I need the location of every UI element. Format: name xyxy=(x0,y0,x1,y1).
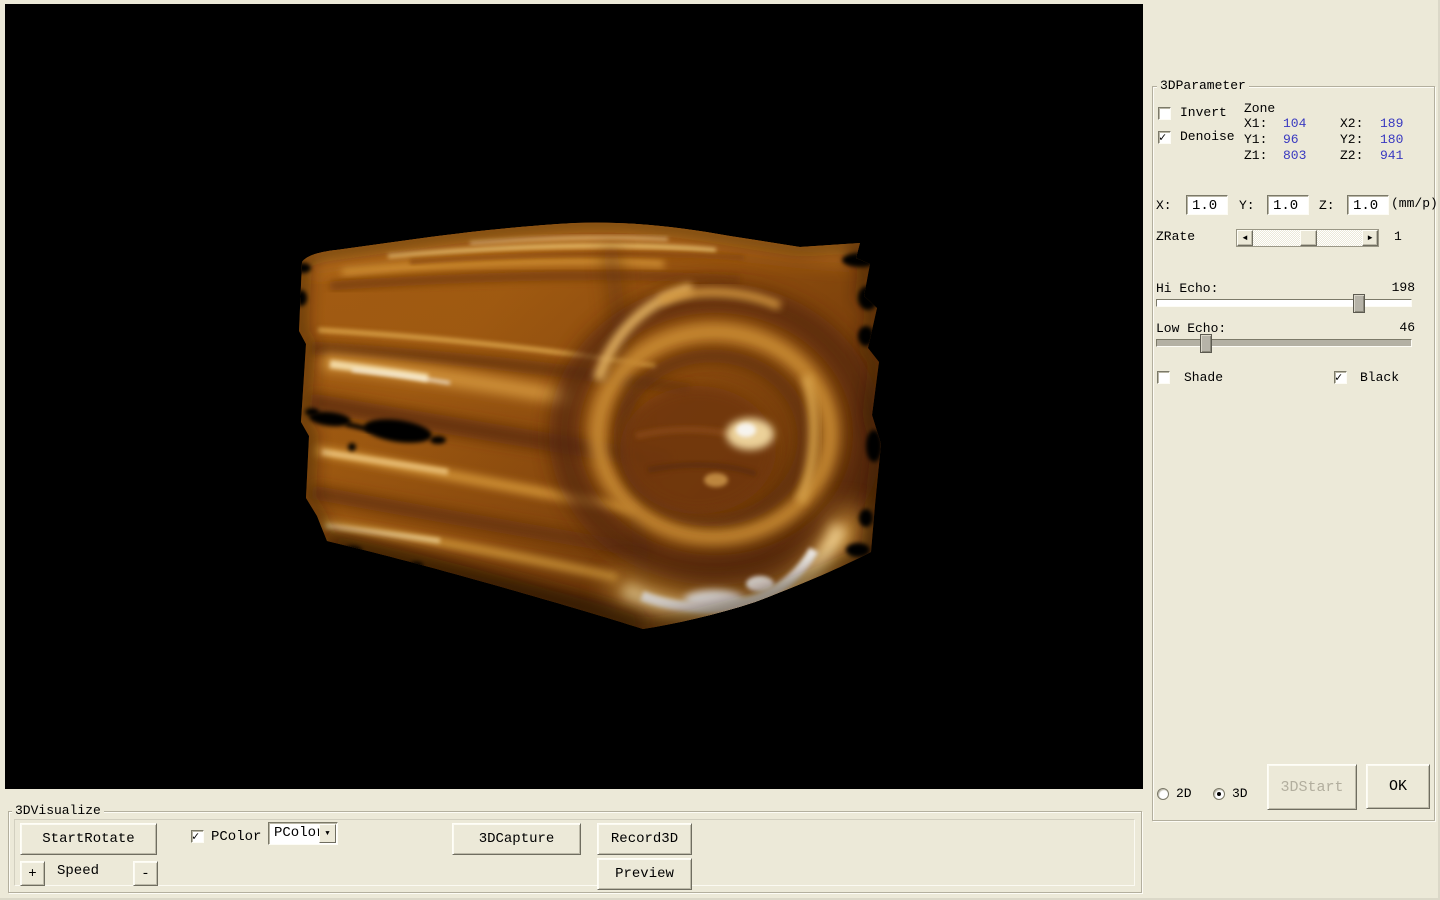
scale-z-label: Z: xyxy=(1319,199,1335,213)
pcolor-dropdown-value: PColor xyxy=(274,825,324,841)
zone-y2-label: Y2: xyxy=(1340,133,1363,147)
zrate-scrollbar[interactable]: ◄ ► xyxy=(1236,229,1379,247)
zrate-value: 1 xyxy=(1394,230,1402,244)
speed-minus-button[interactable]: - xyxy=(133,861,158,886)
hi-echo-thumb[interactable] xyxy=(1353,294,1365,313)
zone-y1-value: 96 xyxy=(1283,133,1299,147)
zrate-left-arrow[interactable]: ◄ xyxy=(1237,230,1253,246)
denoise-label: Denoise xyxy=(1180,130,1235,144)
zrate-thumb[interactable] xyxy=(1300,230,1317,246)
volume-render xyxy=(5,4,1143,789)
zone-x1-value: 104 xyxy=(1283,117,1306,131)
scale-x-input[interactable] xyxy=(1186,195,1228,215)
ok-button[interactable]: OK xyxy=(1366,764,1430,809)
low-echo-value: 46 xyxy=(1370,321,1415,335)
pcolor-dropdown[interactable]: PColor ▼ xyxy=(268,822,338,845)
pcolor-checkbox[interactable] xyxy=(191,830,204,843)
mode-2d-radio[interactable] xyxy=(1157,788,1169,800)
shade-checkbox[interactable] xyxy=(1157,371,1170,384)
scale-y-label: Y: xyxy=(1239,199,1255,213)
invert-label: Invert xyxy=(1180,106,1227,120)
black-label: Black xyxy=(1360,371,1399,385)
denoise-checkbox[interactable] xyxy=(1158,131,1171,144)
start-rotate-button[interactable]: StartRotate xyxy=(20,823,157,855)
hi-echo-value: 198 xyxy=(1370,281,1415,295)
mode-3d-label: 3D xyxy=(1232,787,1248,801)
zone-x1-label: X1: xyxy=(1244,117,1267,131)
zone-label: Zone xyxy=(1244,102,1275,116)
zone-x2-value: 189 xyxy=(1380,117,1403,131)
zrate-right-arrow[interactable]: ► xyxy=(1362,230,1378,246)
mode-2d-label: 2D xyxy=(1176,787,1192,801)
render-viewport[interactable] xyxy=(5,4,1143,789)
black-checkbox[interactable] xyxy=(1334,371,1347,384)
scale-y-input[interactable] xyxy=(1267,195,1309,215)
speed-label: Speed xyxy=(57,864,99,878)
scale-z-input[interactable] xyxy=(1347,195,1389,215)
pcolor-dropdown-arrow-icon[interactable]: ▼ xyxy=(319,824,336,843)
scale-x-label: X: xyxy=(1156,199,1172,213)
speed-plus-button[interactable]: + xyxy=(20,861,45,886)
parameter-groupbox-title: 3DParameter xyxy=(1157,79,1249,93)
low-echo-track[interactable] xyxy=(1156,339,1412,347)
pcolor-label: PColor xyxy=(211,830,261,844)
low-echo-thumb[interactable] xyxy=(1200,334,1212,353)
zone-z2-label: Z2: xyxy=(1340,149,1363,163)
zone-z2-value: 941 xyxy=(1380,149,1403,163)
visualize-groupbox-title: 3DVisualize xyxy=(12,804,104,818)
zone-y1-label: Y1: xyxy=(1244,133,1267,147)
invert-checkbox[interactable] xyxy=(1158,107,1171,120)
shade-label: Shade xyxy=(1184,371,1223,385)
low-echo-slider[interactable] xyxy=(1156,334,1412,353)
zrate-label: ZRate xyxy=(1156,230,1195,244)
zone-y2-value: 180 xyxy=(1380,133,1403,147)
capture-3d-button[interactable]: 3DCapture xyxy=(452,823,581,855)
zone-z1-label: Z1: xyxy=(1244,149,1267,163)
hi-echo-slider[interactable] xyxy=(1156,294,1412,313)
mode-3d-radio[interactable] xyxy=(1213,788,1225,800)
zone-x2-label: X2: xyxy=(1340,117,1363,131)
preview-button[interactable]: Preview xyxy=(597,858,692,890)
hi-echo-track[interactable] xyxy=(1156,299,1412,307)
scale-unit-label: (mm/p) xyxy=(1391,197,1438,211)
start-3d-button[interactable]: 3DStart xyxy=(1267,764,1357,810)
record-3d-button[interactable]: Record3D xyxy=(597,823,692,855)
zone-z1-value: 803 xyxy=(1283,149,1306,163)
